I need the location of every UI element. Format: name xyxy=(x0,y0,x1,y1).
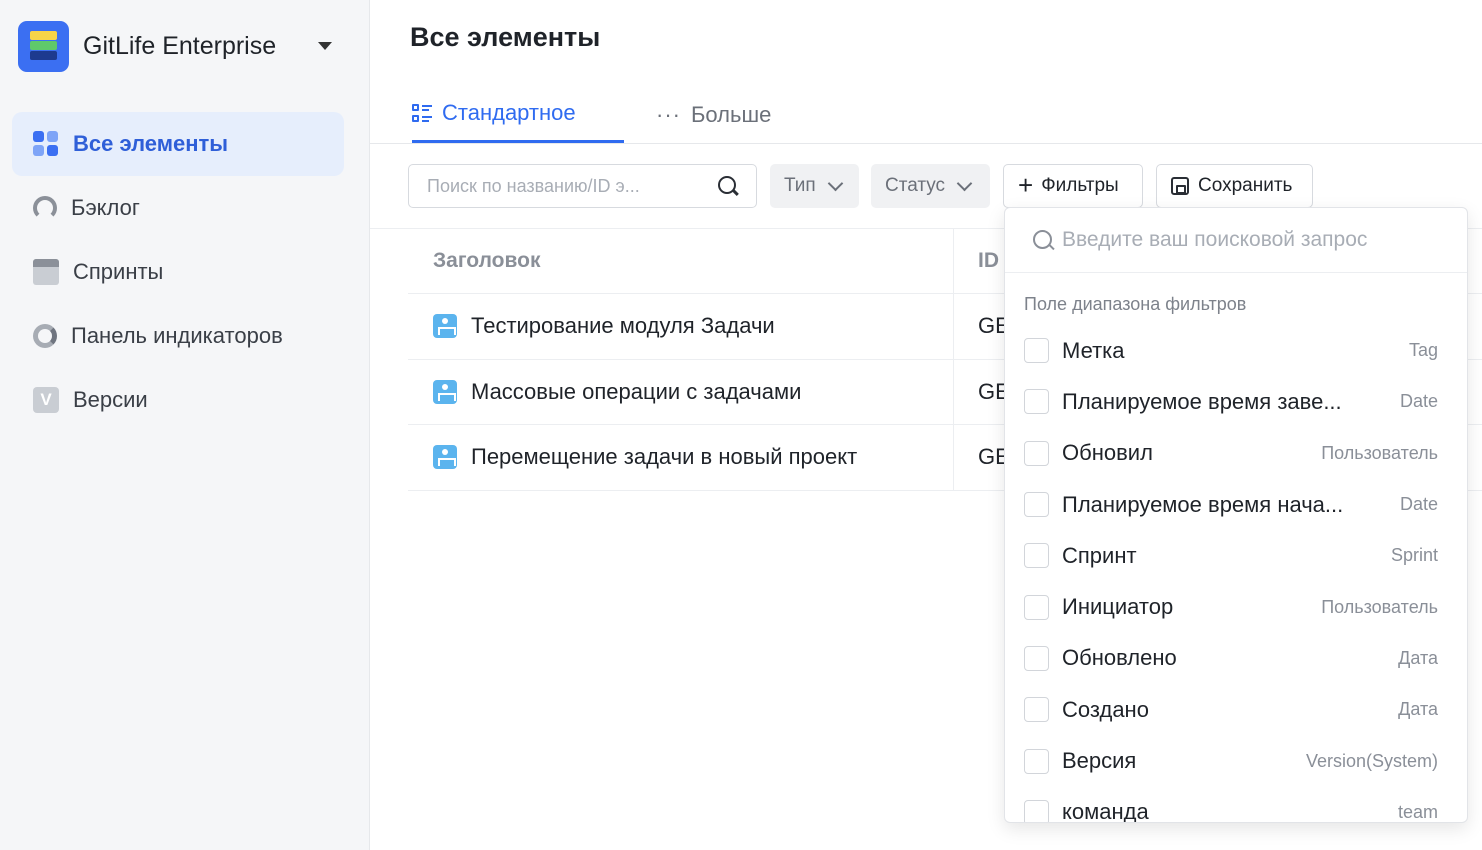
filter-option-label: команда xyxy=(1062,799,1149,823)
status-filter-label: Статус xyxy=(885,175,946,196)
sidebar-item-label: Панель индикаторов xyxy=(71,323,283,348)
filter-option-label: Создано xyxy=(1062,696,1149,722)
sidebar-item-label: Версии xyxy=(73,387,148,412)
filter-option-label: Обновил xyxy=(1062,440,1153,466)
filter-option-type: Version(System) xyxy=(1305,750,1438,771)
checkbox[interactable] xyxy=(1024,338,1049,364)
caret-down-icon[interactable] xyxy=(318,42,332,50)
save-button-label: Сохранить xyxy=(1198,175,1293,196)
sidebar-item-versions[interactable]: V Версии xyxy=(12,368,344,432)
filter-option-type: Пользователь xyxy=(1321,596,1438,617)
filter-option-planned-start[interactable]: Планируемое время нача... Date xyxy=(1005,479,1467,530)
filter-option-label: Версия xyxy=(1062,748,1137,774)
filter-option-version[interactable]: Версия Version(System) xyxy=(1005,735,1467,786)
row-title[interactable]: Массовые операции с задачами xyxy=(471,379,801,405)
filter-option-team[interactable]: команда team xyxy=(1005,787,1467,823)
checkbox[interactable] xyxy=(1024,799,1049,822)
filter-option-type: Пользователь xyxy=(1321,442,1438,463)
sidebar-item-label: Все элементы xyxy=(73,131,229,156)
page-title: Все элементы xyxy=(410,22,601,52)
filters-button-label: Фильтры xyxy=(1041,175,1119,196)
column-header-id[interactable]: ID xyxy=(978,249,999,273)
tab-standard[interactable]: Стандартное xyxy=(412,86,624,143)
search-box xyxy=(408,164,757,208)
checkbox[interactable] xyxy=(1024,389,1049,415)
workspace-switcher[interactable]: GitLife Enterprise xyxy=(18,21,276,72)
requirement-icon xyxy=(433,445,457,470)
filter-option-type: Дата xyxy=(1398,699,1438,720)
dashboard-icon xyxy=(33,324,57,348)
sidebar-item-all-items[interactable]: Все элементы xyxy=(12,112,344,176)
filter-field-dropdown: Поле диапазона фильтров Метка Tag Планир… xyxy=(1004,207,1468,823)
status-filter-dropdown[interactable]: Статус xyxy=(871,164,990,208)
sidebar-item-label: Спринты xyxy=(73,259,164,284)
plus-icon: + xyxy=(1018,169,1034,200)
checkbox[interactable] xyxy=(1024,492,1049,518)
filter-option-type: Sprint xyxy=(1390,545,1438,566)
backlog-icon xyxy=(33,196,57,220)
tab-label: Стандартное xyxy=(442,100,576,125)
filter-option-label: Спринт xyxy=(1062,542,1137,568)
chevron-down-icon xyxy=(956,175,973,191)
checkbox[interactable] xyxy=(1024,645,1049,671)
filter-option-tag[interactable]: Метка Tag xyxy=(1005,325,1467,376)
tab-more[interactable]: ··· Больше xyxy=(656,86,771,143)
checkbox[interactable] xyxy=(1024,748,1049,774)
sprint-icon xyxy=(33,259,59,285)
filter-option-updated-by[interactable]: Обновил Пользователь xyxy=(1005,428,1467,479)
row-title[interactable]: Перемещение задачи в новый проект xyxy=(471,444,857,470)
filter-option-label: Планируемое время нача... xyxy=(1062,491,1344,517)
search-icon[interactable] xyxy=(718,176,738,196)
sidebar-nav: Все элементы Бэклог Спринты Панель индик… xyxy=(12,112,344,432)
type-filter-dropdown[interactable]: Тип xyxy=(770,164,859,208)
filter-option-created[interactable]: Создано Дата xyxy=(1005,684,1467,735)
more-dots-icon: ··· xyxy=(656,101,681,127)
filter-option-label: Инициатор xyxy=(1062,594,1174,620)
filter-option-planned-end[interactable]: Планируемое время заве... Date xyxy=(1005,376,1467,427)
app-logo-icon xyxy=(18,21,69,72)
filter-option-updated[interactable]: Обновлено Дата xyxy=(1005,633,1467,684)
tab-label: Больше xyxy=(690,101,772,127)
save-icon xyxy=(1171,177,1189,195)
filter-option-sprint[interactable]: Спринт Sprint xyxy=(1005,530,1467,581)
view-tabs: Стандартное ··· Больше xyxy=(370,86,1482,144)
requirement-icon xyxy=(433,379,457,404)
checkbox[interactable] xyxy=(1024,543,1049,569)
filter-option-type: Date xyxy=(1399,494,1438,515)
filter-option-label: Метка xyxy=(1062,337,1125,363)
filter-option-type: Date xyxy=(1399,391,1438,412)
sidebar-item-label: Бэклог xyxy=(71,195,140,220)
sidebar-item-sprints[interactable]: Спринты xyxy=(12,240,344,304)
grid-icon xyxy=(33,131,59,157)
row-title[interactable]: Тестирование модуля Задачи xyxy=(471,313,775,339)
checkbox[interactable] xyxy=(1024,697,1049,723)
list-view-icon xyxy=(412,103,432,123)
sidebar: GitLife Enterprise Все элементы Бэклог С… xyxy=(0,0,370,850)
filter-option-type: Tag xyxy=(1408,340,1438,361)
filter-option-initiator[interactable]: Инициатор Пользователь xyxy=(1005,581,1467,632)
filters-button[interactable]: + Фильтры xyxy=(1003,164,1143,208)
checkbox[interactable] xyxy=(1024,440,1049,466)
filter-section-title: Поле диапазона фильтров xyxy=(1024,294,1247,314)
filter-search-input[interactable] xyxy=(1062,228,1452,252)
search-icon xyxy=(1033,230,1055,252)
checkbox[interactable] xyxy=(1024,594,1049,620)
sidebar-item-backlog[interactable]: Бэклог xyxy=(12,176,344,240)
requirement-icon xyxy=(433,314,457,339)
filter-option-type: Дата xyxy=(1398,647,1438,668)
chevron-down-icon xyxy=(827,175,843,191)
filter-option-label: Обновлено xyxy=(1062,645,1177,671)
version-icon: V xyxy=(33,387,59,413)
filter-search-box xyxy=(1005,208,1467,273)
save-view-button[interactable]: Сохранить xyxy=(1156,164,1313,208)
filter-option-type: team xyxy=(1397,801,1438,822)
filter-field-list: Метка Tag Планируемое время заве... Date… xyxy=(1005,325,1467,823)
column-header-title[interactable]: Заголовок xyxy=(433,249,540,273)
type-filter-label: Тип xyxy=(784,175,816,196)
app-name: GitLife Enterprise xyxy=(83,32,277,60)
filter-option-label: Планируемое время заве... xyxy=(1062,388,1342,414)
sidebar-item-dashboard[interactable]: Панель индикаторов xyxy=(12,304,344,368)
search-input[interactable] xyxy=(427,175,702,197)
